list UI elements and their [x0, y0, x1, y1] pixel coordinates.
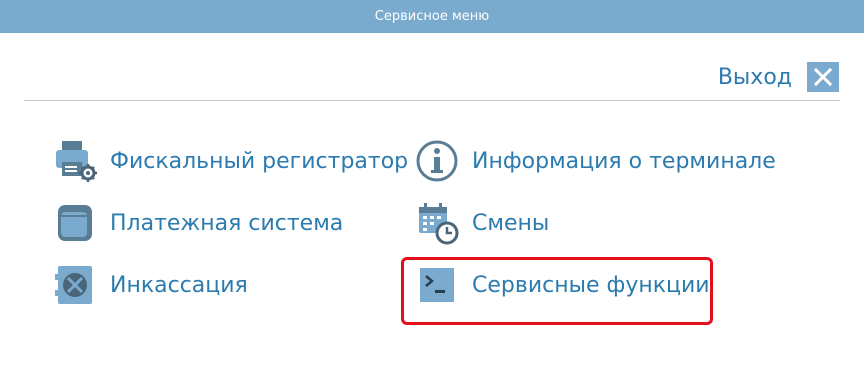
menu-item-label: Инкассация: [110, 272, 248, 298]
exit-button[interactable]: Выход: [718, 62, 839, 92]
window-title-bar: Сервисное меню: [0, 0, 864, 33]
window-title: Сервисное меню: [374, 9, 490, 24]
safe-icon: [52, 262, 98, 308]
menu-item-terminal-info[interactable]: Информация о терминале: [414, 138, 776, 184]
menu-item-label: Смены: [472, 210, 550, 236]
header-divider: [24, 100, 840, 101]
wallet-icon: [52, 200, 98, 246]
menu-item-label: Фискальный регистратор: [110, 148, 409, 174]
menu-item-collection[interactable]: Инкассация: [52, 262, 248, 308]
exit-label: Выход: [717, 64, 792, 90]
menu-item-payment-system[interactable]: Платежная система: [52, 200, 343, 246]
menu-item-shifts[interactable]: Смены: [414, 200, 549, 246]
info-icon: [414, 138, 460, 184]
selection-highlight: [401, 257, 713, 325]
fiscal-printer-icon: [52, 138, 98, 184]
close-icon[interactable]: [807, 62, 839, 92]
menu-item-label: Платежная система: [110, 210, 344, 236]
calendar-clock-icon: [414, 200, 460, 246]
menu-item-fiscal-registrar[interactable]: Фискальный регистратор: [52, 138, 408, 184]
menu-item-label: Информация о терминале: [472, 148, 776, 174]
